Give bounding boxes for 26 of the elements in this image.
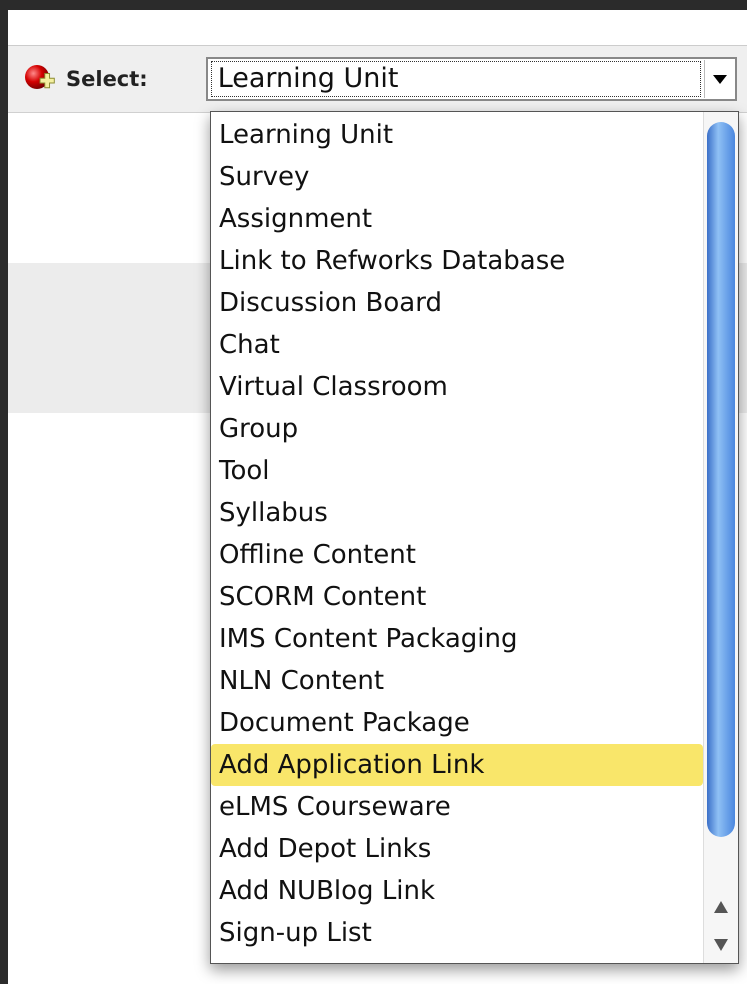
dropdown-option[interactable]: Syllabus xyxy=(211,492,703,534)
dropdown-option[interactable]: Document Package xyxy=(211,702,703,744)
dropdown-option[interactable]: Add NUBlog Link xyxy=(211,870,703,912)
dropdown-option[interactable]: Assignment xyxy=(211,198,703,240)
dropdown-option[interactable]: IMS Content Packaging xyxy=(211,618,703,660)
type-dropdown[interactable]: Learning Unit xyxy=(206,57,737,101)
dropdown-option[interactable]: Sign-up List xyxy=(211,912,703,954)
dropdown-option[interactable]: Virtual Classroom xyxy=(211,366,703,408)
dropdown-option[interactable]: Group xyxy=(211,408,703,450)
dropdown-option[interactable]: Tool xyxy=(211,450,703,492)
caret-icon xyxy=(713,74,727,84)
dropdown-option[interactable]: Add Application Link xyxy=(211,744,703,786)
dropdown-option[interactable]: Link to Refworks Database xyxy=(211,240,703,282)
dropdown-option[interactable]: Chat xyxy=(211,324,703,366)
dropdown-option[interactable]: Learning Unit xyxy=(211,114,703,156)
scrollbar[interactable] xyxy=(703,112,738,963)
scroll-up-icon[interactable] xyxy=(714,901,728,913)
dropdown-option[interactable]: eLMS Courseware xyxy=(211,786,703,828)
dropdown-option[interactable]: NLN Content xyxy=(211,660,703,702)
dropdown-option[interactable]: SCORM Content xyxy=(211,576,703,618)
dropdown-option[interactable]: Discussion Board xyxy=(211,282,703,324)
scroll-down-icon[interactable] xyxy=(714,939,728,951)
select-label: Select: xyxy=(66,67,148,91)
dropdown-option[interactable]: Survey xyxy=(211,156,703,198)
dropdown-option[interactable]: Offline Content xyxy=(211,534,703,576)
dropdown-option[interactable]: Add Depot Links xyxy=(211,828,703,870)
